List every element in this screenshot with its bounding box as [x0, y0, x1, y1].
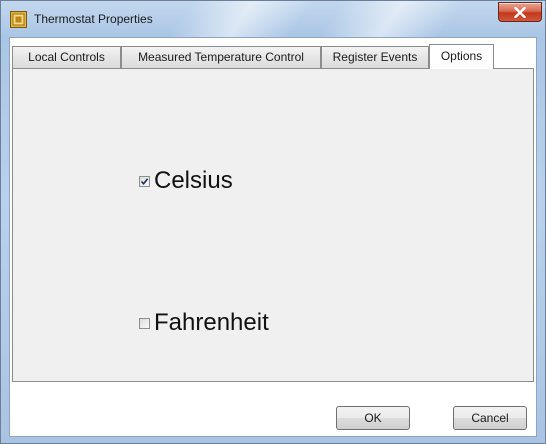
- fahrenheit-checkbox[interactable]: [139, 317, 150, 329]
- celsius-checkbox[interactable]: [139, 175, 150, 187]
- celsius-option[interactable]: Celsius: [139, 167, 233, 195]
- fahrenheit-label: Fahrenheit: [154, 309, 269, 336]
- thermostat-app-icon: [10, 11, 27, 28]
- tab-local-controls[interactable]: Local Controls: [12, 46, 121, 68]
- tab-options[interactable]: Options: [429, 44, 494, 69]
- ok-button[interactable]: OK: [336, 406, 410, 430]
- window-title: Thermostat Properties: [34, 12, 153, 26]
- title-bar[interactable]: Thermostat Properties: [1, 1, 545, 37]
- dialog-footer: OK Cancel: [10, 382, 536, 436]
- close-icon: [514, 7, 526, 18]
- close-button[interactable]: [498, 2, 542, 22]
- celsius-label: Celsius: [154, 167, 233, 194]
- dialog-window: Thermostat Properties Local Controls Mea…: [0, 0, 546, 444]
- dialog-client-area: Local Controls Measured Temperature Cont…: [9, 37, 537, 437]
- options-panel: Celsius Fahrenheit: [12, 68, 534, 382]
- fahrenheit-option[interactable]: Fahrenheit: [139, 309, 269, 337]
- tab-measured-temperature-control[interactable]: Measured Temperature Control: [121, 46, 321, 68]
- checkmark-icon: [140, 177, 149, 185]
- cancel-button[interactable]: Cancel: [453, 406, 527, 430]
- tab-strip: Local Controls Measured Temperature Cont…: [10, 44, 536, 69]
- tab-register-events[interactable]: Register Events: [321, 46, 429, 68]
